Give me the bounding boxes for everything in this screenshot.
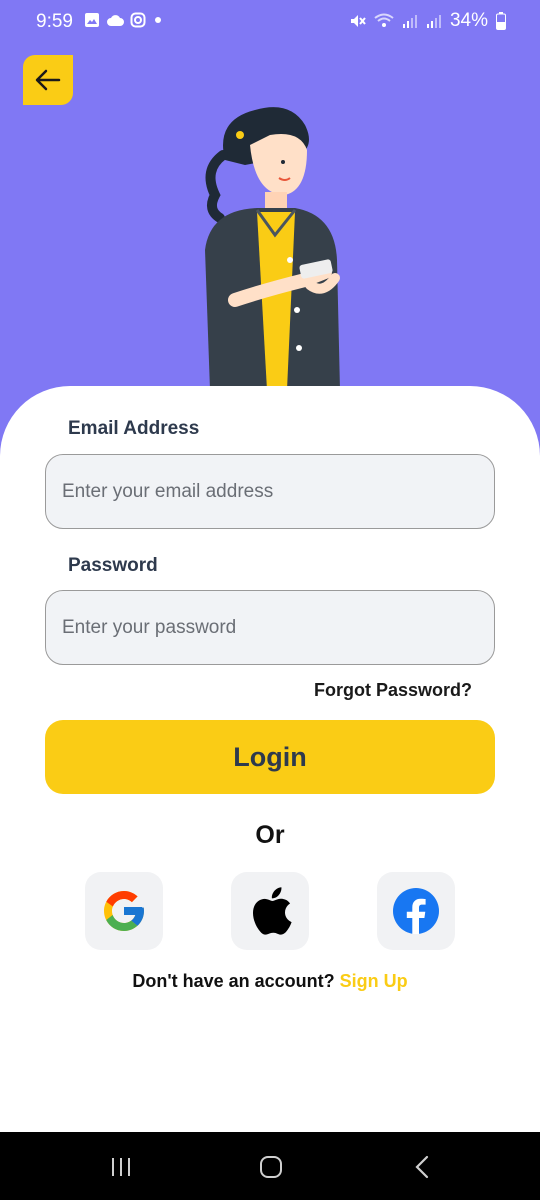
signal-icon <box>402 15 417 28</box>
status-right: 34% <box>348 10 506 32</box>
back-button[interactable] <box>23 55 73 105</box>
google-icon <box>104 891 144 931</box>
signup-link[interactable]: Sign Up <box>340 971 408 991</box>
cloud-icon <box>107 15 124 26</box>
wifi-icon <box>374 13 394 27</box>
signal-icon <box>426 15 441 28</box>
status-time: 9:59 <box>36 11 73 32</box>
recent-apps-icon <box>112 1158 130 1176</box>
google-login-button[interactable] <box>85 872 163 950</box>
password-field[interactable] <box>45 590 495 665</box>
recent-apps-button[interactable] <box>106 1152 136 1182</box>
apple-login-button[interactable] <box>231 872 309 950</box>
email-label: Email Address <box>68 418 200 439</box>
home-button[interactable] <box>256 1152 286 1182</box>
battery-icon <box>496 12 506 30</box>
password-label: Password <box>68 555 158 576</box>
status-left-icons <box>84 12 164 28</box>
apple-icon <box>252 887 292 935</box>
instagram-icon <box>130 12 146 28</box>
facebook-icon <box>393 888 439 934</box>
chevron-left-icon <box>415 1155 429 1179</box>
dot-icon <box>155 17 161 23</box>
home-icon <box>260 1156 282 1178</box>
status-bar: 9:59 34% <box>0 0 540 44</box>
signup-prompt: Don't have an account? Sign Up <box>0 971 540 992</box>
woman-illustration <box>205 107 340 390</box>
mute-icon <box>350 15 366 27</box>
nav-back-button[interactable] <box>408 1152 438 1182</box>
login-button[interactable]: Login <box>45 720 495 794</box>
signup-prompt-text: Don't have an account? <box>132 971 335 991</box>
battery-percent: 34% <box>449 10 488 31</box>
arrow-left-icon <box>35 69 61 91</box>
facebook-login-button[interactable] <box>377 872 455 950</box>
email-field[interactable] <box>45 454 495 529</box>
gallery-icon <box>85 13 99 27</box>
system-nav-bar <box>0 1132 540 1200</box>
forgot-password-link[interactable]: Forgot Password? <box>314 680 472 701</box>
or-divider-text: Or <box>255 821 285 849</box>
